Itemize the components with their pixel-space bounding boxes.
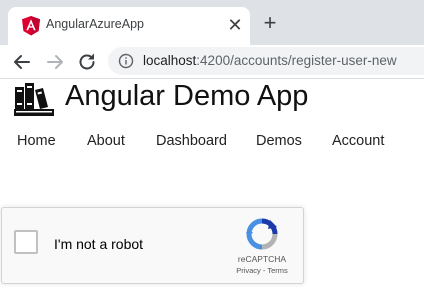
- browser-tab[interactable]: AngularAzureApp ✕: [8, 7, 250, 45]
- new-tab-button[interactable]: +: [259, 12, 281, 34]
- recaptcha-brand: reCAPTCHA: [237, 254, 287, 264]
- recaptcha-logo-icon: [246, 218, 278, 250]
- tab-title: AngularAzureApp: [46, 17, 144, 31]
- arrow-left-icon[interactable]: [10, 50, 34, 74]
- angular-logo-icon: [22, 16, 40, 36]
- browser-toolbar: localhost:4200/accounts/register-user-ne…: [0, 45, 424, 79]
- nav-home[interactable]: Home: [17, 133, 56, 149]
- close-icon[interactable]: ✕: [226, 16, 244, 34]
- recaptcha-checkbox[interactable]: [14, 230, 38, 254]
- arrow-right-icon[interactable]: [43, 50, 67, 74]
- nav-account[interactable]: Account: [332, 133, 384, 149]
- main-nav: Home About Dashboard Demos Account: [0, 133, 424, 155]
- url-path: :4200/accounts/register-user-new: [196, 53, 397, 68]
- reload-icon[interactable]: [75, 50, 99, 74]
- nav-about[interactable]: About: [87, 133, 125, 149]
- app-title: Angular Demo App: [65, 80, 309, 112]
- page-content: Angular Demo App Home About Dashboard De…: [0, 79, 424, 305]
- tab-strip: AngularAzureApp ✕ +: [0, 0, 424, 45]
- books-icon: [14, 83, 54, 116]
- recaptcha-privacy-link[interactable]: Privacy: [236, 266, 261, 275]
- url-text: localhost:4200/accounts/register-user-ne…: [143, 53, 397, 68]
- browser-window: AngularAzureApp ✕ + localhost:4200/accou…: [0, 0, 424, 305]
- recaptcha-label: I'm not a robot: [54, 236, 144, 252]
- recaptcha-links: Privacy - Terms: [226, 266, 298, 275]
- nav-demos[interactable]: Demos: [256, 133, 302, 149]
- address-bar[interactable]: localhost:4200/accounts/register-user-ne…: [108, 47, 424, 75]
- recaptcha-widget: I'm not a robot reCAPTCHA Privacy - Term…: [1, 207, 304, 284]
- info-icon[interactable]: [118, 53, 134, 69]
- url-host: localhost: [143, 53, 197, 68]
- nav-dashboard[interactable]: Dashboard: [156, 133, 227, 149]
- recaptcha-terms-link[interactable]: Terms: [267, 266, 287, 275]
